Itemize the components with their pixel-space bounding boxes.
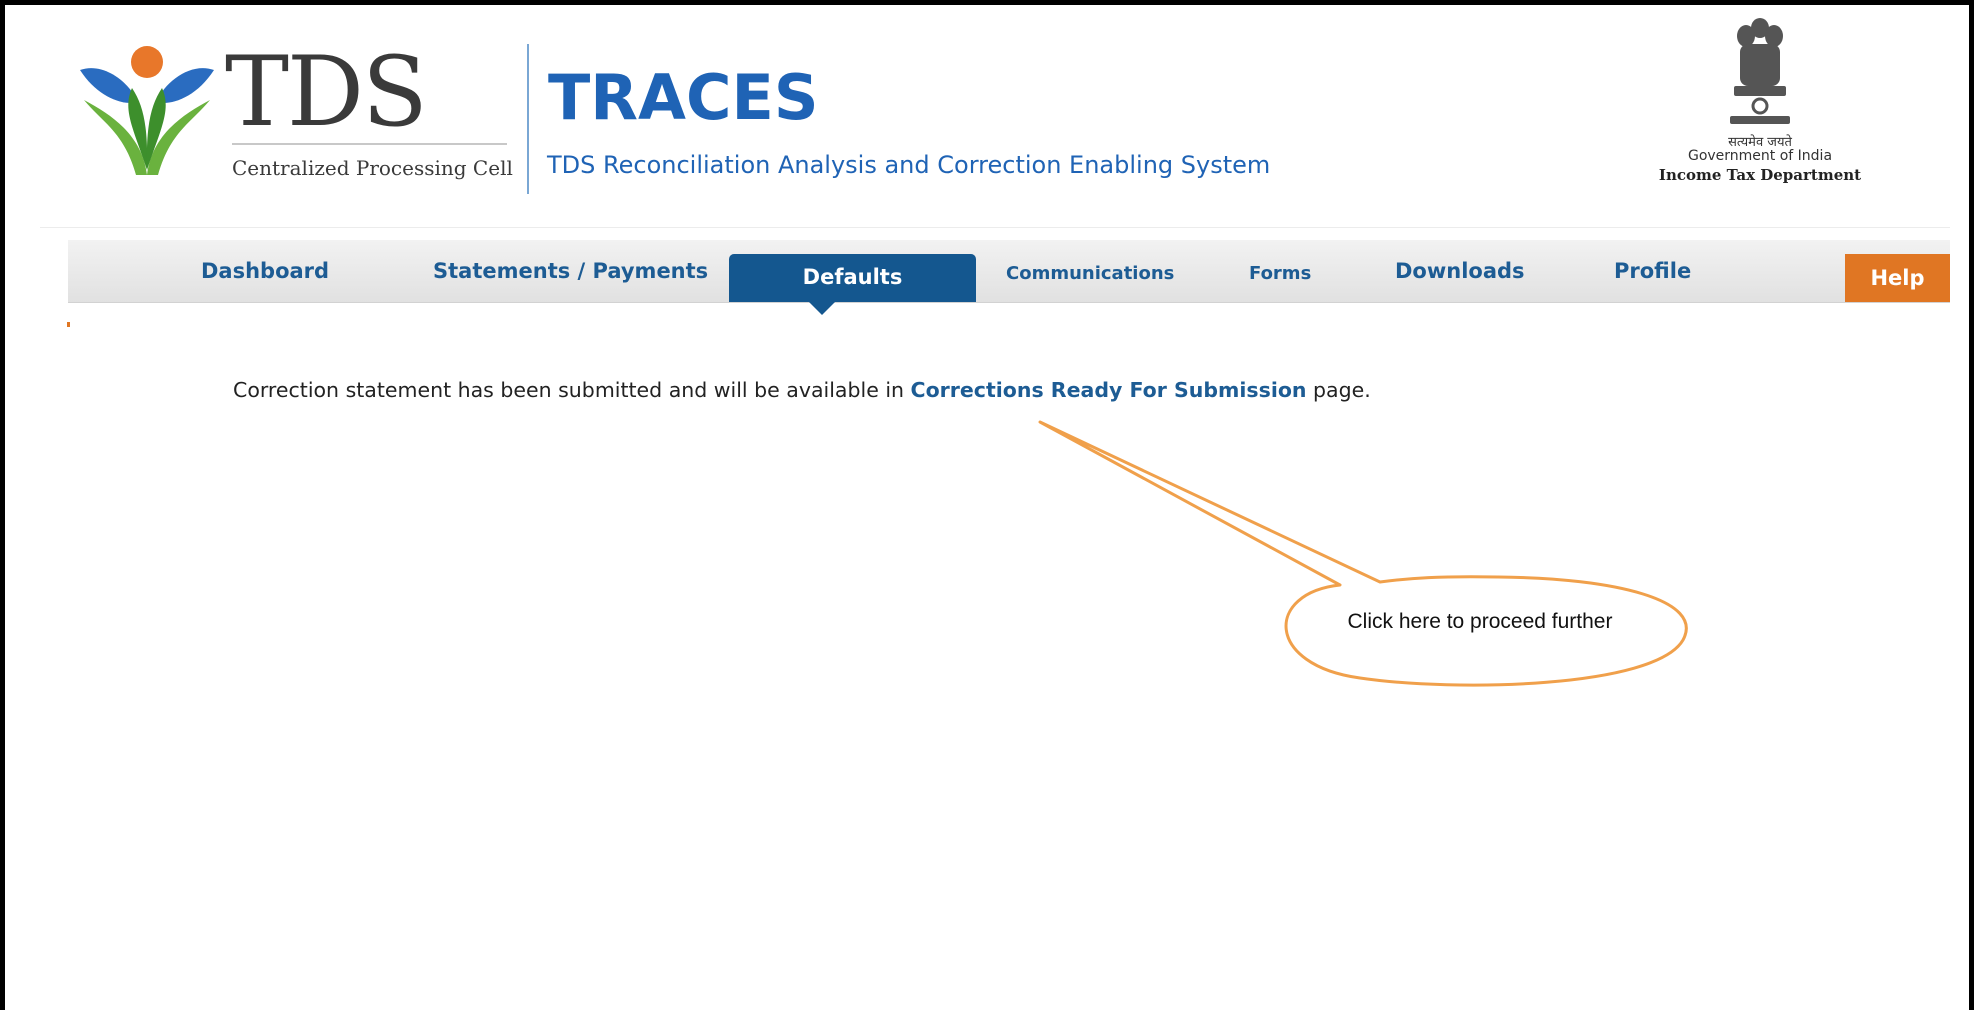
app-subtitle: TDS Reconciliation Analysis and Correcti… — [547, 151, 1271, 179]
callout-text: Click here to proceed further — [1347, 610, 1613, 633]
nav-forms[interactable]: Forms — [1249, 243, 1311, 305]
active-tab-indicator — [808, 301, 836, 315]
logo-rule — [232, 143, 507, 145]
nav-communications[interactable]: Communications — [1006, 243, 1174, 305]
decorative-mark — [67, 322, 70, 327]
nav-statements-payments[interactable]: Statements / Payments — [433, 240, 708, 302]
tds-logo-subtitle: Centralized Processing Cell — [232, 156, 513, 180]
nav-dashboard[interactable]: Dashboard — [201, 240, 329, 302]
corrections-ready-link[interactable]: Corrections Ready For Submission — [911, 378, 1307, 402]
app-title: TRACES — [548, 61, 819, 134]
message-text-before: Correction statement has been submitted … — [233, 378, 911, 402]
nav-defaults[interactable]: Defaults — [729, 254, 976, 302]
status-message: Correction statement has been submitted … — [233, 378, 1371, 402]
message-text-after: page. — [1306, 378, 1371, 402]
gov-label: Government of India — [1687, 148, 1833, 164]
tds-logo-icon — [80, 46, 214, 175]
nav-profile[interactable]: Profile — [1614, 240, 1691, 302]
main-nav: Dashboard Statements / Payments Communic… — [68, 240, 1950, 303]
header-divider — [527, 44, 529, 194]
dept-label: Income Tax Department — [1658, 166, 1862, 184]
tds-logo-text: TDS — [225, 36, 428, 148]
header-separator — [40, 227, 1950, 228]
nav-downloads[interactable]: Downloads — [1395, 240, 1525, 302]
national-emblem-icon — [1730, 18, 1790, 124]
help-button[interactable]: Help — [1845, 254, 1950, 302]
